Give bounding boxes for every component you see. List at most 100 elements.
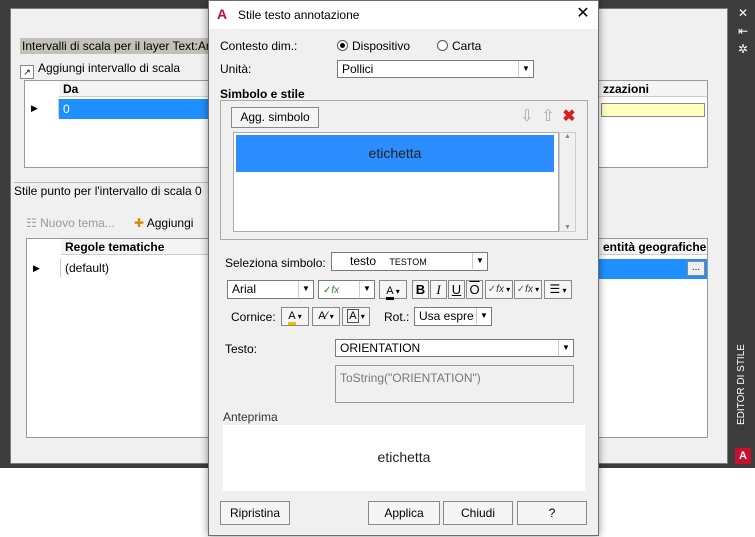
chevron-down-icon: ▾	[327, 312, 334, 321]
expression-fx-button[interactable]: ✓fx ▾	[485, 280, 513, 299]
text-value: ORIENTATION	[340, 341, 421, 355]
chevron-down-icon: ▼	[476, 308, 491, 324]
reset-button[interactable]: Ripristina	[220, 501, 290, 525]
select-symbol-subtext: TESTOM	[389, 257, 427, 267]
theme-icon: ☷	[26, 216, 41, 230]
row-marker-icon: ▶	[27, 259, 61, 277]
justification-icon: ☰	[549, 282, 561, 296]
select-symbol-value: testo	[350, 254, 377, 268]
add-scale-range-button[interactable]: ↗ Aggiungi intervallo di scala	[20, 60, 181, 79]
chevron-down-icon: ▾	[560, 286, 567, 295]
units-label: Unità:	[220, 62, 252, 76]
frame-border-button[interactable]: A ▾	[342, 307, 370, 326]
add-rule-button[interactable]: ✚ Aggiungi	[134, 216, 193, 230]
rule-default-cell[interactable]: (default)	[65, 259, 109, 277]
select-symbol-dropdown[interactable]: testo TESTOM ▼	[331, 252, 488, 271]
preview-label: Anteprima	[223, 410, 278, 424]
expression-textbox[interactable]: ToString("ORIENTATION")	[335, 365, 574, 403]
add-rule-icon: ✚	[134, 216, 147, 230]
chevron-down-icon: ▾	[295, 312, 302, 321]
add-scale-label: Aggiungi intervallo di scala	[38, 61, 181, 75]
select-symbol-label: Seleziona simbolo:	[225, 256, 326, 270]
column-header-rules[interactable]: Regole tematiche	[61, 239, 209, 255]
help-button[interactable]: ?	[517, 501, 587, 525]
font-color-button[interactable]: A ▾	[379, 280, 407, 300]
point-style-header: Stile punto per l'intervallo di scala 0	[14, 182, 210, 198]
context-label: Contesto dim.:	[220, 39, 298, 53]
visualization-grid[interactable]: zzazioni	[598, 80, 708, 168]
column-header-visualizations[interactable]: zzazioni	[599, 81, 707, 97]
frame-color-button[interactable]: A ▾	[281, 307, 309, 326]
scroll-down-icon[interactable]: ▼	[560, 224, 575, 231]
autocad-logo-icon: A	[217, 6, 228, 22]
rotation-value: Usa espre	[419, 309, 474, 323]
text-dropdown[interactable]: ORIENTATION ▼	[335, 339, 574, 357]
overline-button[interactable]: O	[466, 280, 483, 299]
autocad-logo-icon: A	[735, 448, 751, 464]
new-theme-button[interactable]: ☷ Nuovo tema...	[26, 216, 115, 230]
frame-border-icon: A	[347, 309, 359, 323]
radio-unchecked-icon	[437, 40, 448, 51]
units-dropdown[interactable]: Pollici ▼	[337, 60, 534, 78]
thematic-rules-grid[interactable]: Regole tematiche ▶ (default)	[26, 238, 210, 438]
move-up-icon[interactable]: ⇧	[539, 107, 557, 126]
move-down-icon[interactable]: ⇩	[518, 107, 536, 126]
underline-button[interactable]: U	[448, 280, 465, 299]
rotation-dropdown[interactable]: Usa espre ▼	[414, 307, 492, 326]
font-color-icon: A	[386, 285, 394, 300]
preview-box: etichetta	[223, 425, 585, 491]
italic-button[interactable]: I	[430, 280, 447, 299]
dialog-title: Stile testo annotazione	[238, 8, 360, 22]
units-value: Pollici	[342, 62, 374, 76]
column-header-from[interactable]: Da	[59, 81, 209, 97]
radio-checked-icon	[337, 40, 348, 51]
add-rule-label: Aggiungi	[146, 216, 194, 230]
bold-button[interactable]: B	[412, 280, 429, 299]
chevron-down-icon: ▼	[472, 253, 487, 269]
context-paper-radio[interactable]: Carta	[437, 39, 481, 53]
symbol-list[interactable]: etichetta	[233, 132, 559, 232]
frame-fill-button[interactable]: A⁄ ▾	[312, 307, 340, 326]
scale-ranges-header: Intervalli di scala per il layer Text:Ar	[20, 38, 210, 54]
side-panel-label: EDITOR DI STILE	[732, 344, 752, 425]
context-paper-label: Carta	[452, 39, 482, 53]
close-button[interactable]: ✕	[571, 3, 595, 25]
scroll-up-icon[interactable]: ▲	[560, 133, 575, 140]
text-label: Testo:	[225, 342, 258, 356]
visualization-cell[interactable]	[601, 103, 705, 117]
rotation-label: Rot.:	[384, 310, 410, 324]
expression-fx-icon: ✓fx	[323, 285, 340, 296]
chevron-down-icon: ▾	[393, 287, 400, 296]
new-theme-label: Nuovo tema...	[40, 216, 115, 230]
geographic-entities-grid[interactable]: entità geografiche ...	[598, 238, 708, 438]
column-header-geo[interactable]: entità geografiche	[599, 239, 707, 255]
close-dialog-button[interactable]: Chiudi	[443, 501, 513, 525]
add-scale-icon: ↗	[20, 65, 34, 79]
geo-entity-cell[interactable]: ...	[599, 259, 707, 279]
chevron-down-icon: ▼	[518, 61, 533, 77]
scale-range-grid[interactable]: Da ▶ 0	[24, 80, 210, 168]
expression-fx-button-2[interactable]: ✓fx ▾	[514, 280, 542, 299]
apply-button[interactable]: Applica	[368, 501, 440, 525]
chevron-down-icon: ▼	[298, 281, 313, 297]
symbol-list-scrollbar[interactable]: ▲ ▼	[559, 132, 576, 232]
delete-symbol-icon[interactable]: ✖	[560, 107, 578, 126]
add-symbol-button[interactable]: Agg. simbolo	[231, 107, 319, 128]
context-device-radio[interactable]: Dispositivo	[337, 39, 410, 53]
close-icon[interactable]: ✕	[738, 6, 748, 20]
browse-button[interactable]: ...	[687, 261, 705, 276]
font-size-dropdown[interactable]: ✓fx ▼	[318, 280, 375, 299]
symbol-group-box: Agg. simbolo ⇩ ⇧ ✖ etichetta ▲ ▼	[220, 100, 588, 240]
settings-icon[interactable]: ✲	[738, 42, 748, 56]
chevron-down-icon: ▾	[358, 312, 365, 321]
pin-icon[interactable]: ⇤	[738, 24, 748, 38]
chevron-down-icon: ▼	[558, 340, 573, 356]
dialog-titlebar: A Stile testo annotazione ✕	[209, 1, 598, 29]
justification-button[interactable]: ☰ ▾	[544, 280, 572, 299]
font-value: Arial	[232, 282, 257, 296]
symbol-list-item[interactable]: etichetta	[236, 135, 554, 172]
symbol-section-title: Simbolo e stile	[220, 87, 305, 101]
annotation-text-style-dialog: A Stile testo annotazione ✕ Contesto dim…	[208, 0, 599, 536]
font-dropdown[interactable]: Arial ▼	[227, 280, 314, 299]
scale-row-from-cell[interactable]: 0	[59, 99, 209, 119]
